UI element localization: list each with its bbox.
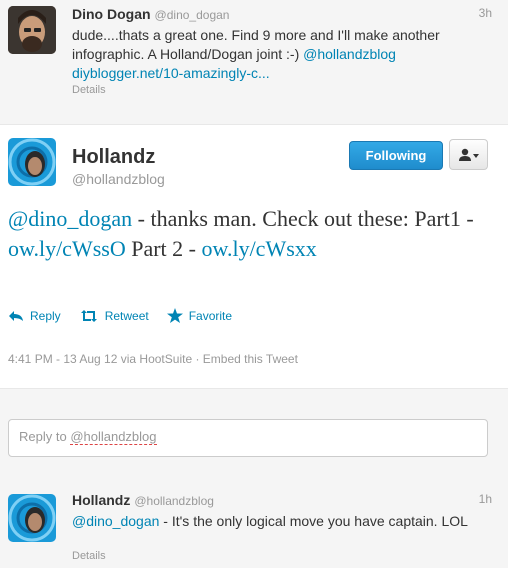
tweet-text: @dino_dogan - thanks man. Check out thes… [8,204,478,264]
retweet-label: Retweet [104,308,149,323]
tweet-meta[interactable]: 4:41 PM - 13 Aug 12 via HootSuite · Embe… [8,352,298,366]
reply-action[interactable]: Reply [8,309,61,323]
tweet-time[interactable]: 1h [479,492,492,506]
dino-avatar-icon [8,6,56,54]
mention-link[interactable]: @dino_dogan [8,206,132,231]
hollandz-avatar-icon [8,138,56,186]
tweet-text-body: - thanks man. Check out these: Part1 - [132,206,474,231]
star-icon [166,308,183,323]
tweet-actions: Reply Retweet Favorite [8,308,232,323]
author-handle[interactable]: @hollandzblog [72,171,165,187]
details-link[interactable]: Details [72,84,106,96]
details-link[interactable]: Details [72,550,106,562]
tweet-text-part2: Part 2 - [125,236,202,261]
reply-prefix: Reply to [19,429,71,444]
tweet-time[interactable]: 3h [479,6,492,20]
tweet-text: @dino_dogan - It's the only logical move… [72,512,492,531]
avatar[interactable] [8,494,56,542]
reply-handle: @hollandzblog [70,429,157,445]
author-handle[interactable]: @dino_dogan [155,8,230,22]
reply-input[interactable]: Reply to @hollandzblog [8,419,488,457]
hollandz-avatar-icon [8,494,56,542]
link-part2[interactable]: ow.ly/cWsxx [202,236,317,261]
tweet-hollandz-reply[interactable]: Hollandz @hollandzblog 1h @dino_dogan - I… [0,486,508,568]
mention-link[interactable]: @hollandzblog [303,46,396,62]
reply-area: Reply to @hollandzblog [0,388,508,487]
reply-label: Reply [30,308,61,323]
tweet-text-body: - It's the only logical move you have ca… [159,513,468,529]
user-dropdown-icon [458,148,479,161]
tweet-text: dude....thats a great one. Find 9 more a… [72,26,492,83]
author-handle[interactable]: @hollandzblog [134,494,214,508]
reply-icon [9,310,23,321]
following-button[interactable]: Following [349,141,443,170]
author-name[interactable]: Hollandz [72,146,155,169]
retweet-action[interactable]: Retweet [79,309,149,323]
avatar[interactable] [8,138,56,186]
url-link[interactable]: diyblogger.net/10-amazingly-c... [72,65,270,81]
retweet-icon [80,309,97,322]
favorite-label: Favorite [188,308,233,323]
link-part1[interactable]: ow.ly/cWssO [8,236,126,261]
author-name[interactable]: Dino Dogan [72,6,151,22]
mention-link[interactable]: @dino_dogan [72,513,159,529]
avatar[interactable] [8,6,56,54]
author-name[interactable]: Hollandz [72,492,130,508]
tweet-dino[interactable]: Dino Dogan @dino_dogan 3h dude....thats a… [0,0,508,125]
favorite-action[interactable]: Favorite [166,308,233,323]
user-actions-button[interactable] [449,139,488,170]
